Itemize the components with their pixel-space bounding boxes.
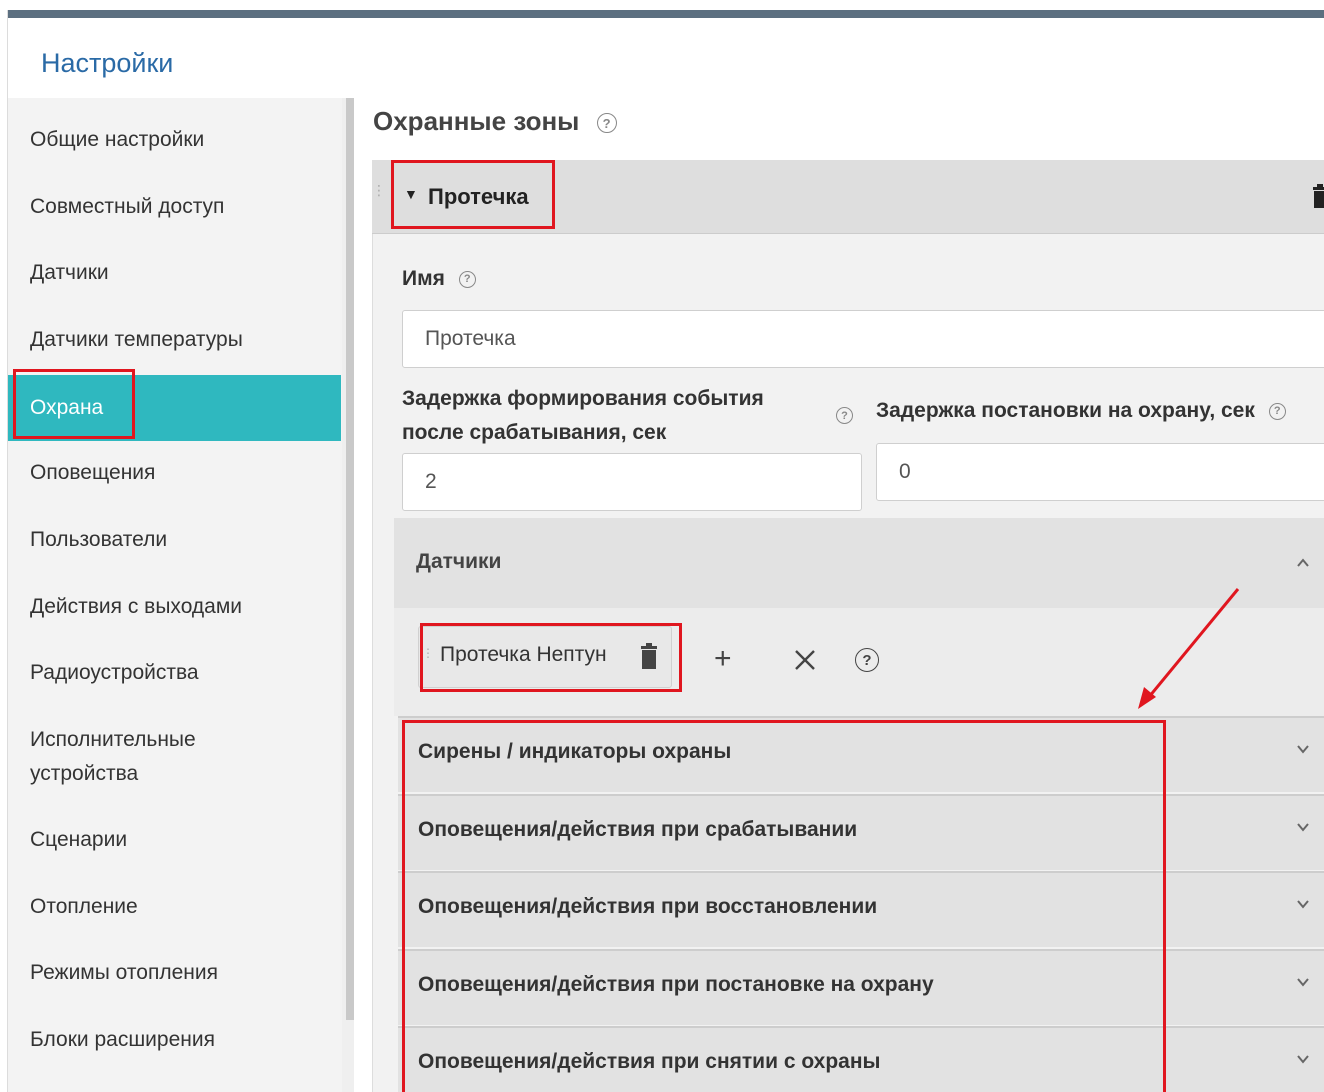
sidebar-item-expansion-blocks[interactable]: Блоки расширения (8, 1023, 341, 1057)
arrow-annotation-icon (1138, 588, 1240, 709)
chevron-down-icon (1297, 1055, 1309, 1064)
arm-delay-label-text: Задержка постановки на охрану, сек (876, 399, 1255, 422)
event-delay-input[interactable]: 2 (402, 453, 862, 511)
sidebar-item-output-actions[interactable]: Действия с выходами (8, 590, 341, 624)
help-icon[interactable]: ? (855, 648, 879, 672)
zone-name-input-value: Протечка (425, 327, 516, 350)
highlight-sections (402, 720, 1166, 1092)
drag-handle-icon[interactable]: ⋮ (372, 182, 386, 199)
window-top (0, 0, 1324, 10)
chevron-up-icon[interactable] (1296, 556, 1310, 570)
settings-header: Настройки (8, 18, 1324, 98)
arm-delay-value: 0 (899, 460, 911, 483)
sidebar-item-heating[interactable]: Отопление (8, 890, 341, 924)
chevron-down-icon (1297, 900, 1309, 909)
sidebar-item-users[interactable]: Пользователи (8, 523, 341, 557)
name-label-text: Имя (402, 267, 445, 290)
highlight-sensor-chip (420, 623, 682, 692)
highlight-security-item (13, 369, 135, 439)
help-icon[interactable]: ? (1268, 402, 1286, 420)
page-title: Настройки (41, 48, 174, 78)
help-icon[interactable]: ? (836, 407, 853, 424)
delete-zone-icon[interactable] (1312, 184, 1324, 208)
highlight-zone-name (391, 160, 555, 229)
arm-delay-input[interactable]: 0 (876, 443, 1324, 501)
sidebar-item-scenarios[interactable]: Сценарии (8, 823, 341, 857)
zone-name-input[interactable]: Протечка (402, 310, 1324, 368)
sidebar-item-heating-modes[interactable]: Режимы отопления (8, 956, 341, 990)
top-accent-bar (8, 10, 1324, 18)
help-icon[interactable]: ? (596, 113, 617, 134)
arm-delay-label: Задержка постановки на охрану, сек ? (876, 394, 1286, 428)
chevron-down-icon (1297, 978, 1309, 987)
security-zones-title-text: Охранные зоны (373, 106, 580, 136)
settings-sidebar: Общие настройки Совместный доступ Датчик… (8, 98, 342, 1092)
sidebar-item-shared-access[interactable]: Совместный доступ (8, 190, 341, 224)
sidebar-item-general[interactable]: Общие настройки (8, 123, 341, 157)
event-delay-label: Задержка формирования события после сраб… (402, 387, 764, 444)
sidebar-item-notifications[interactable]: Оповещения (8, 456, 341, 490)
sidebar-item-sensors[interactable]: Датчики (8, 256, 341, 290)
sidebar-item-radio-devices[interactable]: Радиоустройства (8, 656, 341, 690)
sensors-section-title: Датчики (416, 550, 502, 573)
add-icon[interactable]: + (714, 644, 732, 674)
sidebar-item-actuators[interactable]: Исполнительные устройства (8, 723, 248, 791)
name-field-label: Имя ? (402, 262, 476, 296)
chevron-down-icon (1297, 823, 1309, 832)
security-zones-title: Охранные зоны ? (373, 106, 617, 137)
left-edge (0, 10, 8, 1092)
help-icon[interactable]: ? (458, 270, 476, 288)
event-delay-value: 2 (425, 470, 437, 493)
chevron-down-icon (1297, 745, 1309, 754)
clear-icon[interactable] (794, 649, 816, 671)
sidebar-scrollbar[interactable] (346, 98, 354, 1020)
sidebar-item-temperature-sensors[interactable]: Датчики температуры (8, 323, 341, 357)
